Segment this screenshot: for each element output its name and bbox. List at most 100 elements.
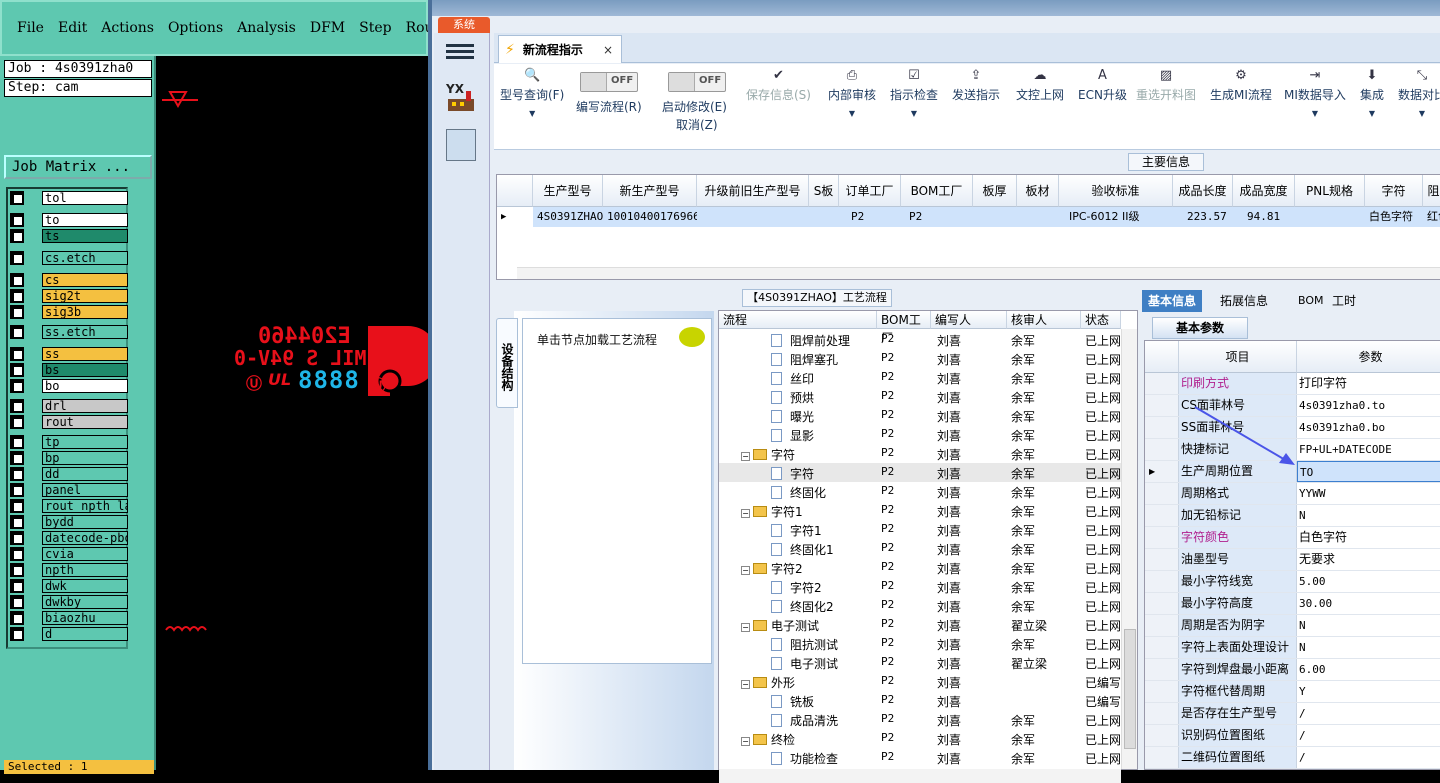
cell[interactable]: P2 (839, 207, 901, 227)
cell[interactable] (1295, 207, 1365, 227)
layer-row[interactable]: to (10, 213, 128, 227)
col-header[interactable]: PNL规格 (1295, 175, 1365, 207)
tab-bom[interactable]: BOM (1292, 290, 1330, 312)
ecn-upgrade-button[interactable]: A ECN升级 (1078, 68, 1127, 103)
layer-name[interactable]: biaozhu (42, 611, 128, 625)
tree-node[interactable]: 显影 (771, 427, 814, 444)
menu-file[interactable]: File (10, 20, 51, 36)
layer-name[interactable]: rout_npth_la (42, 499, 128, 513)
col-header[interactable]: BOM工厂 (901, 175, 973, 207)
property-value[interactable]: N (1297, 637, 1440, 658)
layer-name[interactable]: tp (42, 435, 128, 449)
cell[interactable] (973, 207, 1017, 227)
layer-name[interactable]: bo (42, 379, 128, 393)
job-matrix-button[interactable]: Job Matrix ... (4, 155, 152, 179)
layer-row[interactable]: sig2t (10, 289, 128, 303)
layer-checkbox[interactable] (10, 399, 24, 413)
layer-checkbox[interactable] (10, 627, 24, 641)
layer-row[interactable]: bs (10, 363, 128, 377)
layer-row[interactable]: dwkby (10, 595, 128, 609)
property-value[interactable]: / (1297, 747, 1440, 768)
col-header[interactable]: 字符 (1365, 175, 1423, 207)
layer-checkbox[interactable] (10, 499, 24, 513)
row-header[interactable] (1145, 417, 1179, 438)
col-header[interactable]: 生产型号 (533, 175, 603, 207)
tree-node[interactable]: 曝光 (771, 408, 814, 425)
layer-row[interactable]: bydd (10, 515, 128, 529)
tree-row[interactable]: 终固化1 P2 刘喜 余军 已上网 (719, 539, 1121, 558)
layer-row[interactable]: tp (10, 435, 128, 449)
tree-node[interactable]: 功能检查 (771, 750, 838, 767)
tree-node[interactable]: 字符1 (771, 522, 822, 539)
layer-row[interactable]: npth (10, 563, 128, 577)
layer-checkbox[interactable] (10, 305, 24, 319)
layer-checkbox[interactable] (10, 547, 24, 561)
property-row[interactable]: 最小字符线宽 5.00 (1145, 571, 1440, 593)
property-row[interactable]: 二维码位置图纸 / (1145, 747, 1440, 769)
layer-name[interactable]: dwk (42, 579, 128, 593)
layer-name[interactable]: ss.etch (42, 325, 128, 339)
menu-analysis[interactable]: Analysis (230, 20, 303, 36)
property-value[interactable]: N (1297, 615, 1440, 636)
mi-data-import-button[interactable]: ⇥ MI数据导入 ▼ (1284, 68, 1346, 118)
row-header[interactable] (1145, 527, 1179, 548)
tree-node[interactable]: 字符2 (771, 579, 822, 596)
col-header[interactable]: 状态 (1081, 311, 1121, 329)
layer-row[interactable]: dd (10, 467, 128, 481)
layer-name[interactable]: bp (42, 451, 128, 465)
layer-row[interactable]: biaozhu (10, 611, 128, 625)
col-header[interactable]: 订单工厂 (839, 175, 901, 207)
tree-row[interactable]: − 字符1 P2 刘喜 余军 已上网 (719, 501, 1121, 520)
tree-node[interactable]: 阻焊塞孔 (771, 351, 838, 368)
tree-row[interactable]: 成品清洗 P2 刘喜 余军 已上网 (719, 710, 1121, 729)
col-header[interactable]: 成品长度 (1173, 175, 1233, 207)
collapse-icon[interactable]: − (741, 623, 750, 632)
layer-row[interactable]: ss.etch (10, 325, 128, 339)
layer-checkbox[interactable] (10, 563, 24, 577)
property-value[interactable]: 白色字符 (1297, 527, 1440, 548)
layer-checkbox[interactable] (10, 415, 24, 429)
instruction-check-button[interactable]: ☑ 指示检查 ▼ (890, 68, 938, 118)
col-header[interactable]: 流程 (719, 311, 877, 329)
layer-checkbox[interactable] (10, 191, 24, 205)
close-icon[interactable]: × (603, 43, 613, 57)
layer-row[interactable]: d (10, 627, 128, 641)
layer-row[interactable]: cvia (10, 547, 128, 561)
col-header[interactable]: 新生产型号 (603, 175, 697, 207)
save-info-button[interactable]: ✔ 保存信息(S) (746, 68, 811, 103)
tree-row[interactable]: − 终检 P2 刘喜 余军 已上网 (719, 729, 1121, 748)
data-compare-button[interactable]: ⤡ 数据对比 ▼ (1398, 68, 1440, 118)
layer-checkbox[interactable] (10, 229, 24, 243)
tree-row[interactable]: 铣板 P2 刘喜 已编写 (719, 691, 1121, 710)
collapse-icon[interactable]: − (741, 452, 750, 461)
cell[interactable]: 223.57 (1173, 207, 1233, 227)
layer-checkbox[interactable] (10, 289, 24, 303)
cell[interactable]: 94.81 (1233, 207, 1295, 227)
tree-node[interactable]: 丝印 (771, 370, 814, 387)
calculator-icon[interactable] (446, 129, 476, 161)
layer-checkbox[interactable] (10, 611, 24, 625)
start-modify-toggle[interactable]: OFF (668, 72, 726, 92)
layer-row[interactable]: rout (10, 415, 128, 429)
tree-node[interactable]: 预烘 (771, 389, 814, 406)
layer-name[interactable]: to (42, 213, 128, 227)
layer-checkbox[interactable] (10, 325, 24, 339)
layer-checkbox[interactable] (10, 515, 24, 529)
tree-node[interactable]: 铣板 (771, 693, 814, 710)
layer-name[interactable]: sig2t (42, 289, 128, 303)
cell[interactable]: 10010400176966 (603, 207, 697, 227)
collapse-icon[interactable]: − (741, 737, 750, 746)
col-header[interactable]: 阻 (1423, 175, 1440, 207)
property-value[interactable]: N (1297, 505, 1440, 526)
row-header[interactable] (1145, 571, 1179, 592)
tab-work-hours[interactable]: 工时 (1326, 290, 1362, 312)
layer-row[interactable]: ts (10, 229, 128, 243)
property-row[interactable]: 字符框代替周期 Y (1145, 681, 1440, 703)
property-value[interactable]: FP+UL+DATECODE (1297, 439, 1440, 460)
layer-row[interactable]: dwk (10, 579, 128, 593)
cell[interactable] (809, 207, 839, 227)
layer-name[interactable]: dwkby (42, 595, 128, 609)
layer-name[interactable]: drl (42, 399, 128, 413)
tree-node[interactable]: 电子测试 (771, 655, 838, 672)
layer-checkbox[interactable] (10, 273, 24, 287)
